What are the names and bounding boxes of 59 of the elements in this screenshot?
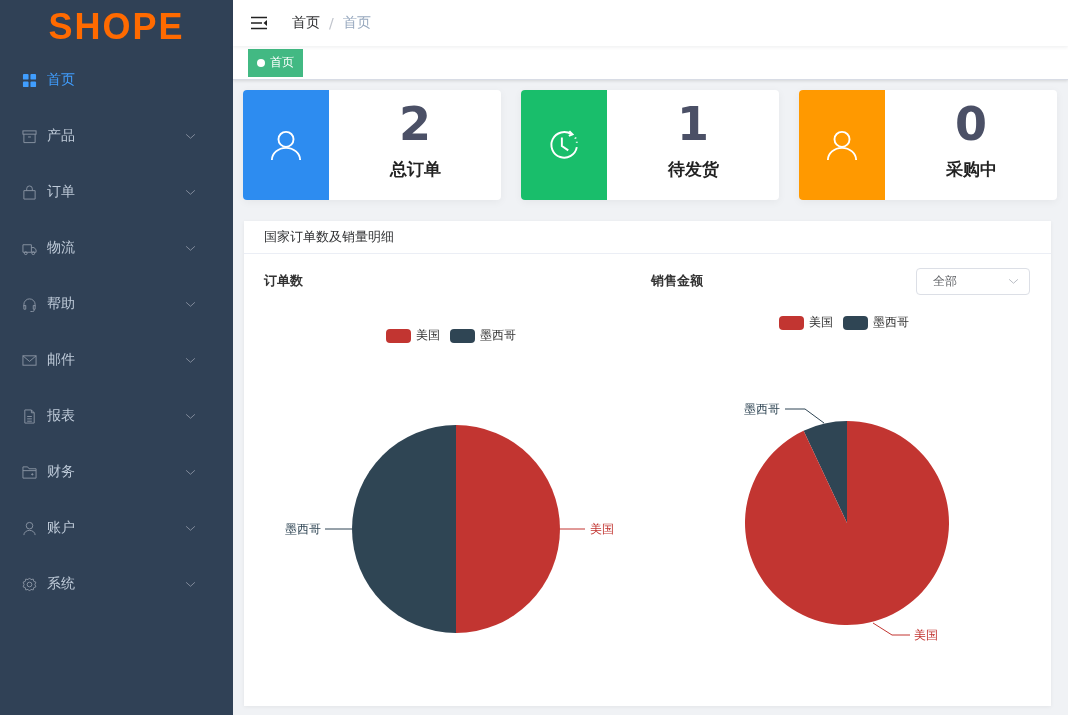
leader-line <box>872 622 911 636</box>
chevron-down-icon <box>185 468 196 476</box>
stat-label: 待发货 <box>667 158 719 181</box>
leader-line <box>324 528 353 530</box>
panel-title: 国家订单数及销量明细 <box>244 221 1051 254</box>
sidebar-item[interactable]: 账户 <box>0 500 233 556</box>
user-icon <box>270 129 302 161</box>
grid-icon <box>22 72 37 88</box>
filter-select[interactable]: 全部 <box>916 267 1030 295</box>
chart-title: 订单数 <box>264 272 303 290</box>
sidebar-item[interactable]: 订单 <box>0 164 233 220</box>
slice-label: 美国 <box>590 522 614 536</box>
headset-icon <box>22 296 37 312</box>
legend-item[interactable]: 美国 <box>778 314 833 331</box>
chevron-down-icon <box>185 524 196 532</box>
sidebar-item[interactable]: 报表 <box>0 388 233 444</box>
chart-title: 销售金额 <box>651 272 703 290</box>
user-icon <box>826 129 858 161</box>
legend-item[interactable]: 墨西哥 <box>449 327 516 344</box>
clock-icon <box>548 129 580 161</box>
document-icon <box>22 408 37 424</box>
menu-icon[interactable] <box>251 16 267 30</box>
legend-item[interactable]: 墨西哥 <box>842 314 909 331</box>
sidebar-item[interactable]: 财务 <box>0 444 233 500</box>
settings-icon <box>22 576 37 592</box>
chevron-down-icon <box>185 188 196 196</box>
slice-label: 美国 <box>914 628 938 642</box>
breadcrumb-separator: / <box>329 15 334 31</box>
breadcrumb-item: 首页 <box>342 14 371 32</box>
bag-icon <box>22 184 37 200</box>
folder-icon <box>22 464 37 480</box>
sidebar-item[interactable]: 邮件 <box>0 332 233 388</box>
chevron-down-icon <box>185 300 196 308</box>
chevron-down-icon <box>185 356 196 364</box>
chevron-down-icon <box>185 580 196 588</box>
box-icon <box>22 128 37 144</box>
leader-line <box>784 408 825 424</box>
sidebar-item[interactable]: 产品 <box>0 108 233 164</box>
logo: SHOPE <box>47 5 186 49</box>
breadcrumb-item[interactable]: 首页 <box>292 14 320 32</box>
slice-label: 墨西哥 <box>744 402 780 416</box>
stat-label: 总订单 <box>389 158 441 181</box>
stat-value: 2 <box>399 98 431 150</box>
sidebar-item[interactable]: 物流 <box>0 220 233 276</box>
stat-value: 0 <box>955 98 987 150</box>
chevron-down-icon <box>1008 277 1019 285</box>
mail-icon <box>22 352 37 368</box>
stat-label: 采购中 <box>945 158 997 181</box>
chevron-down-icon <box>185 412 196 420</box>
chevron-down-icon <box>185 244 196 252</box>
slice-label: 墨西哥 <box>285 522 321 536</box>
sidebar-item[interactable]: 首页 <box>0 52 233 108</box>
stat-value: 1 <box>677 98 709 150</box>
sidebar-item[interactable]: 帮助 <box>0 276 233 332</box>
chevron-down-icon <box>185 132 196 140</box>
sidebar-item[interactable]: 系统 <box>0 556 233 612</box>
legend-item[interactable]: 美国 <box>385 327 440 344</box>
leader-line <box>559 528 586 530</box>
user-icon <box>22 520 37 536</box>
